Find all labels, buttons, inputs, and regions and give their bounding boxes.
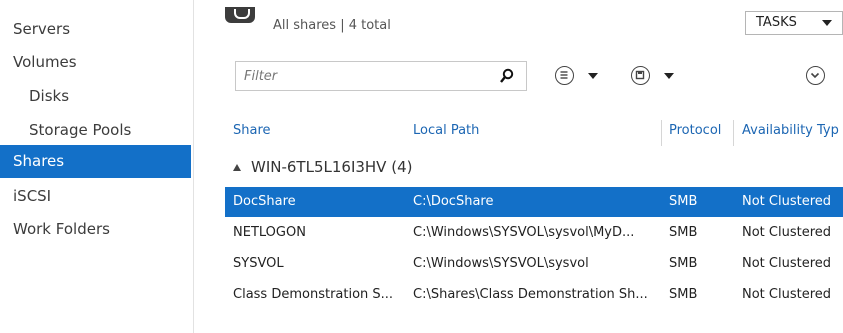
cell-share: Class Demonstration S... [233, 287, 394, 302]
column-divider[interactable] [661, 120, 662, 146]
cell-protocol: SMB [669, 194, 698, 209]
cell-local-path: C:\DocShare [413, 194, 494, 209]
collapse-triangle-icon[interactable] [233, 164, 241, 171]
cell-availability: Not Clustered [742, 194, 832, 209]
nav-item-servers[interactable]: Servers [0, 13, 191, 46]
cell-availability: Not Clustered [742, 225, 832, 240]
filter-box[interactable] [235, 61, 527, 91]
cell-protocol: SMB [669, 287, 698, 302]
save-query-button[interactable] [631, 66, 677, 86]
column-header-protocol[interactable]: Protocol [669, 123, 721, 138]
table-row[interactable]: Class Demonstration S... C:\Shares\Class… [225, 280, 843, 310]
shares-panel: All shares | 4 total TASKS Filter Share … [195, 0, 843, 333]
table-row[interactable]: NETLOGON C:\Windows\SYSVOL\sysvol\MyD...… [225, 218, 843, 248]
cell-local-path: C:\Windows\SYSVOL\sysvol [413, 256, 589, 271]
caret-down-icon [664, 73, 674, 79]
cell-share: NETLOGON [233, 225, 306, 240]
cell-availability: Not Clustered [742, 256, 832, 271]
nav-item-work-folders[interactable]: Work Folders [0, 213, 191, 246]
caret-down-icon [588, 73, 598, 79]
group-label: WIN-6TL5L16I3HV (4) [251, 158, 413, 176]
filter-input[interactable] [244, 67, 484, 85]
column-header-share[interactable]: Share [233, 123, 271, 138]
chevron-down-circle-icon[interactable] [806, 66, 825, 85]
sidebar-nav: Servers Volumes Disks Storage Pools Shar… [0, 0, 194, 333]
group-header[interactable]: WIN-6TL5L16I3HV (4) [233, 158, 412, 176]
cell-local-path: C:\Shares\Class Demonstration Sh... [413, 287, 648, 302]
nav-item-disks[interactable]: Disks [0, 80, 191, 113]
shares-tile-icon [225, 7, 255, 23]
cell-availability: Not Clustered [742, 287, 832, 302]
nav-item-volumes[interactable]: Volumes [0, 46, 191, 79]
list-view-icon [555, 66, 574, 85]
column-header-local-path[interactable]: Local Path [413, 123, 479, 138]
caret-down-icon [822, 20, 832, 26]
cell-local-path: C:\Windows\SYSVOL\sysvol\MyD... [413, 225, 635, 240]
nav-item-shares[interactable]: Shares [0, 145, 191, 178]
tasks-label: TASKS [756, 15, 797, 30]
column-divider[interactable] [733, 120, 734, 146]
table-row[interactable]: DocShare C:\DocShare SMB Not Clustered [225, 187, 843, 217]
shares-summary: All shares | 4 total [273, 18, 391, 33]
nav-item-iscsi[interactable]: iSCSI [0, 180, 191, 213]
save-icon [631, 66, 650, 85]
search-icon[interactable] [500, 68, 514, 84]
table-row[interactable]: SYSVOL C:\Windows\SYSVOL\sysvol SMB Not … [225, 249, 843, 279]
cell-share: SYSVOL [233, 256, 284, 271]
list-view-button[interactable] [555, 66, 601, 86]
nav-item-storage-pools[interactable]: Storage Pools [0, 114, 191, 147]
cell-protocol: SMB [669, 225, 698, 240]
cell-protocol: SMB [669, 256, 698, 271]
column-header-availability[interactable]: Availability Typ [742, 123, 843, 138]
tasks-button[interactable]: TASKS [745, 11, 843, 35]
cell-share: DocShare [233, 194, 296, 209]
